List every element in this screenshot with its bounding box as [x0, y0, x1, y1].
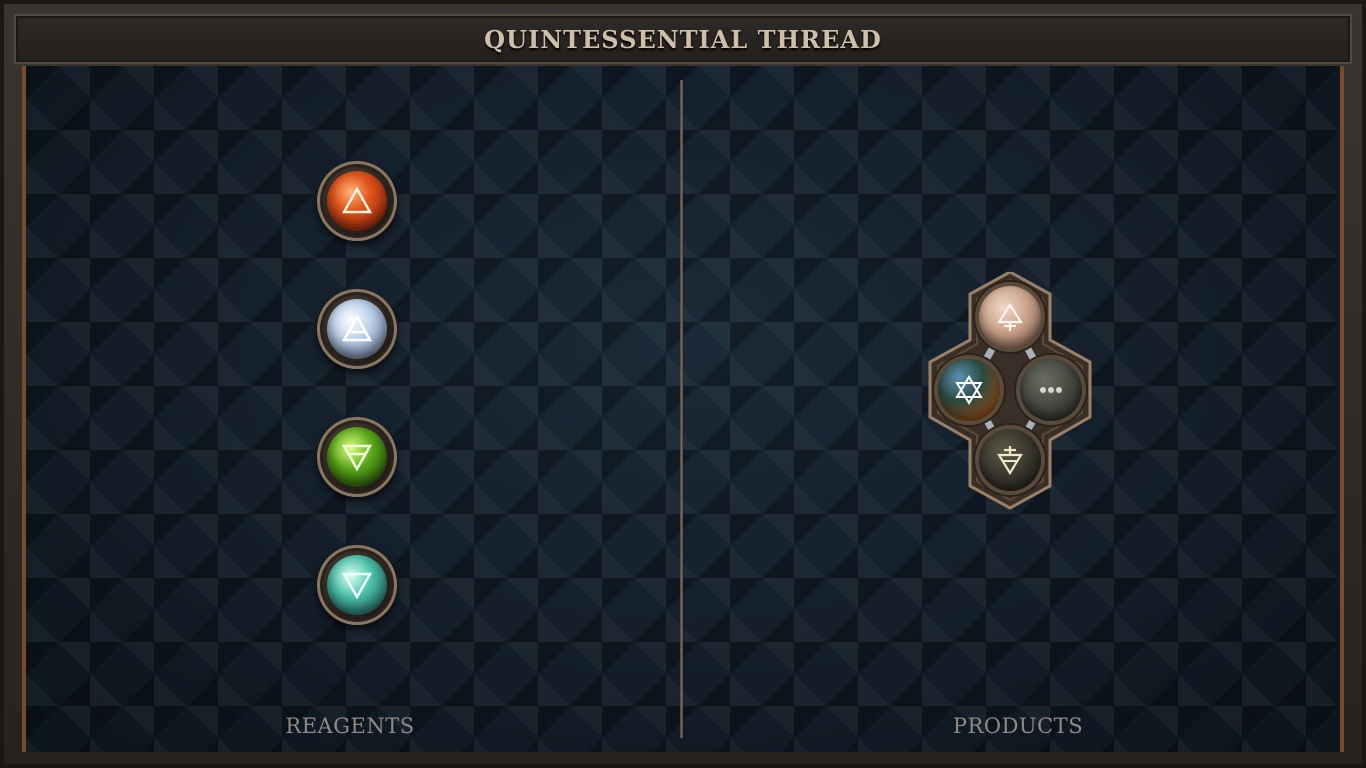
air-orb	[327, 299, 387, 359]
water-orb	[327, 555, 387, 615]
reagents-label: REAGENTS	[285, 714, 415, 738]
fire-orb	[327, 171, 387, 231]
reagent-air[interactable]	[317, 289, 397, 369]
products-label: PRODUCTS	[952, 714, 1084, 738]
descending-cross-triangle-icon	[997, 446, 1023, 475]
fire-triangle-icon	[341, 186, 373, 214]
earth-triangle-icon	[341, 444, 373, 472]
product-molecule[interactable]	[925, 272, 1095, 512]
title-bar: QUINTESSENTIAL THREAD	[14, 14, 1352, 64]
earth-orb	[327, 427, 387, 487]
panel-divider	[680, 80, 683, 738]
ellipsis-icon	[1040, 387, 1062, 393]
product-atom-unknown	[1020, 359, 1082, 421]
puzzle-title: QUINTESSENTIAL THREAD	[484, 24, 882, 54]
product-atom-quintessence	[938, 359, 1000, 421]
reagent-earth[interactable]	[317, 417, 397, 497]
product-atom-salt-earth	[979, 429, 1041, 491]
air-triangle-icon	[341, 314, 373, 342]
puzzle-board	[22, 66, 1344, 752]
reagent-fire[interactable]	[317, 161, 397, 241]
product-atom-salt-fire	[979, 286, 1041, 348]
hexagram-icon	[955, 375, 983, 405]
ascending-cross-triangle-icon	[996, 302, 1024, 331]
water-triangle-icon	[341, 572, 373, 600]
reagent-water[interactable]	[317, 545, 397, 625]
